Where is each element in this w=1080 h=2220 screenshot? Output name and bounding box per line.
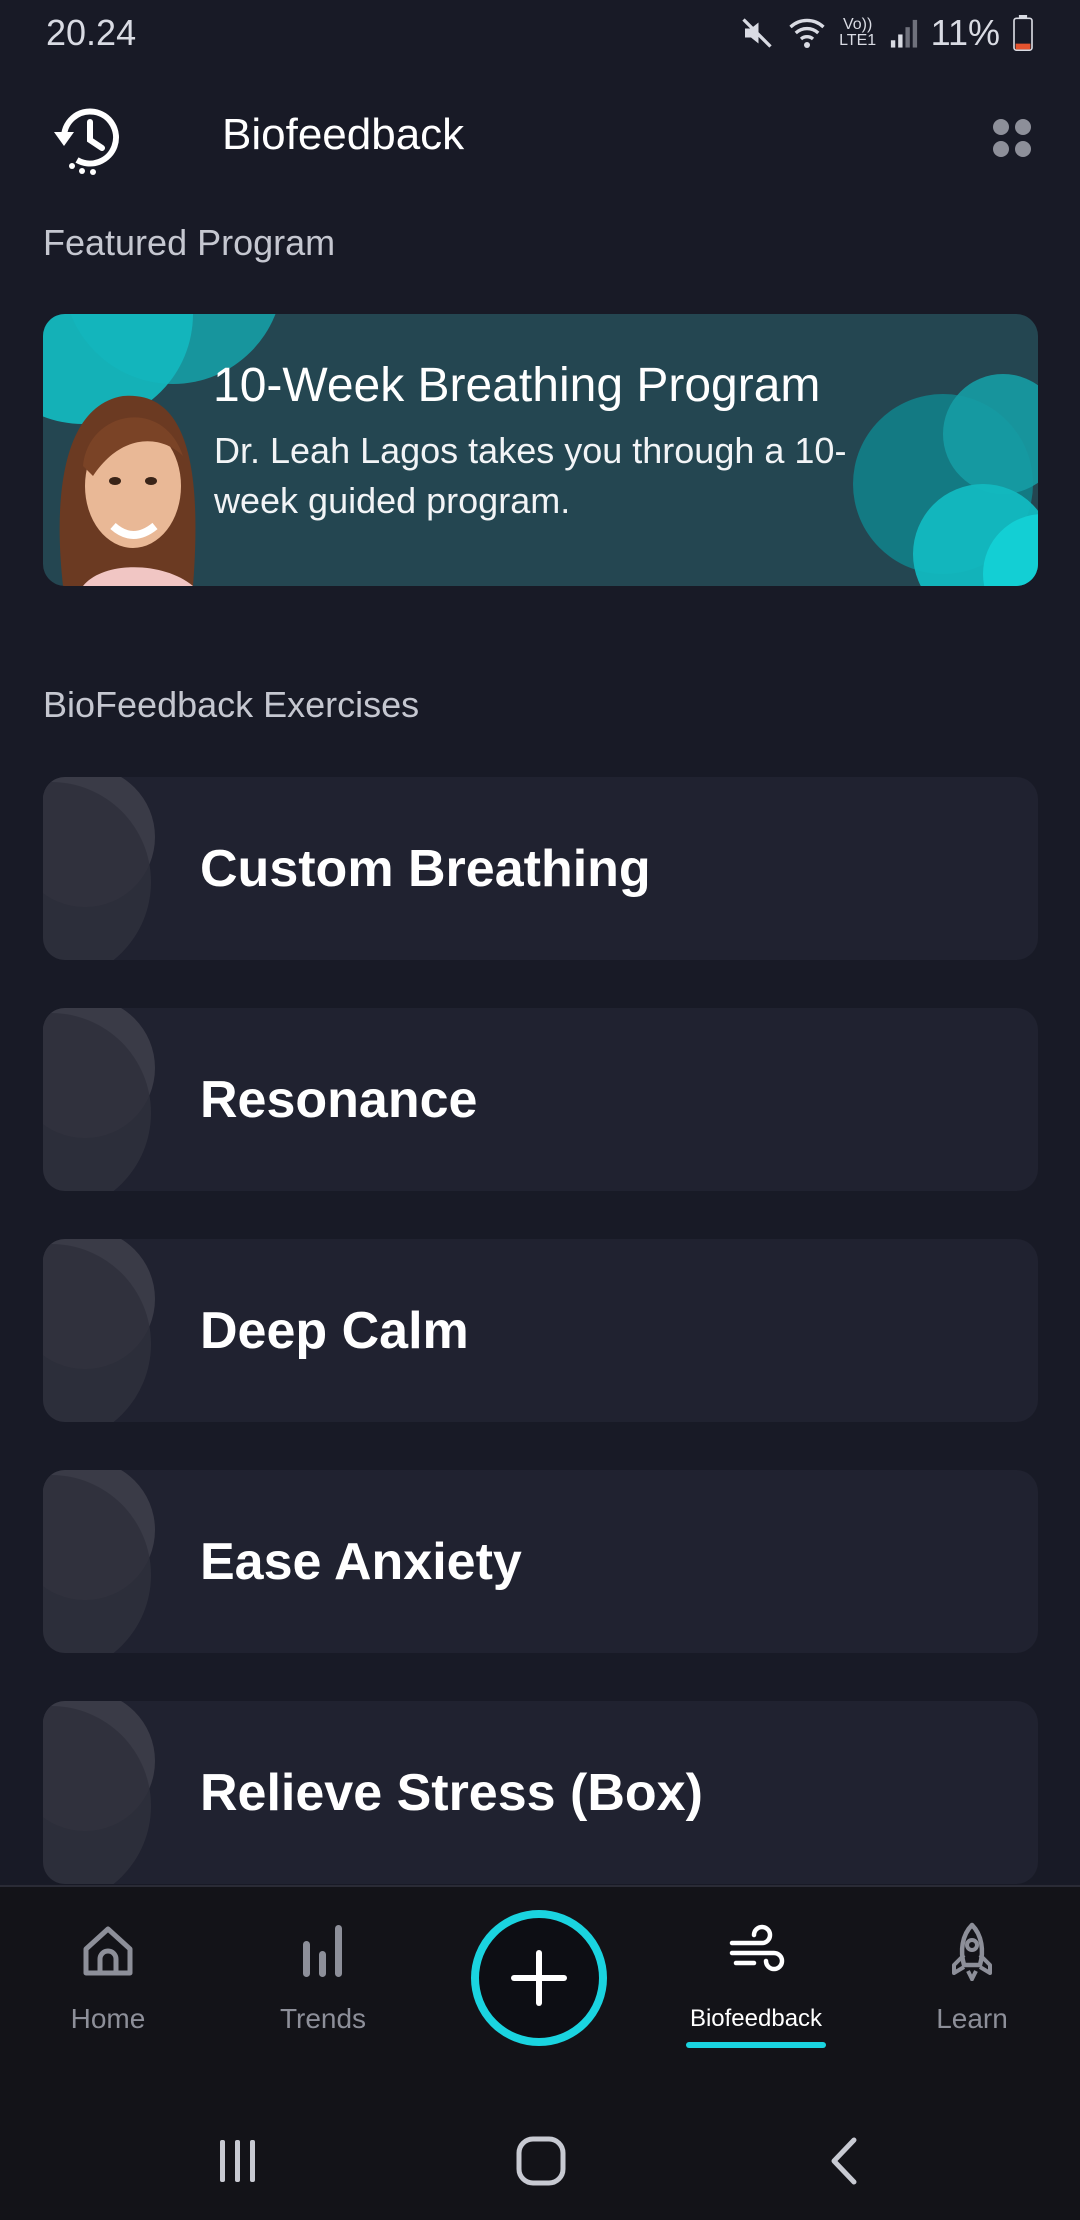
- exercise-custom-breathing[interactable]: Custom Breathing: [43, 777, 1038, 960]
- add-button[interactable]: [470, 1909, 608, 2047]
- status-time: 20.24: [46, 12, 137, 53]
- featured-program-card[interactable]: 10-Week Breathing Program Dr. Leah Lagos…: [43, 314, 1038, 586]
- nav-label: Trends: [279, 2003, 367, 2034]
- nav-trends[interactable]: Trends: [228, 1887, 418, 2067]
- battery-percent: 11%: [930, 12, 1000, 53]
- nav-home[interactable]: Home: [13, 1887, 203, 2067]
- exercise-ease-anxiety[interactable]: Ease Anxiety: [43, 1470, 1038, 1653]
- home-nav-icon[interactable]: [516, 2136, 566, 2186]
- recent-apps-icon[interactable]: [214, 2138, 262, 2184]
- rocket-icon: [952, 1922, 992, 1981]
- nav-biofeedback[interactable]: Biofeedback: [661, 1887, 851, 2067]
- featured-program-title: 10-Week Breathing Program: [213, 359, 821, 412]
- nav-label: Home: [70, 2003, 146, 2034]
- nav-learn[interactable]: Learn: [877, 1887, 1067, 2067]
- exercise-relieve-stress-box[interactable]: Relieve Stress (Box): [43, 1701, 1038, 1884]
- wifi-icon: [788, 18, 825, 48]
- exercise-label: Resonance: [200, 1070, 478, 1129]
- exercise-card-decoration: [43, 1470, 155, 1653]
- active-tab-indicator: [686, 2042, 826, 2048]
- history-icon[interactable]: [50, 98, 130, 178]
- mute-icon: [741, 18, 772, 48]
- status-bar: 20.24 Vo)) LTE1 11%: [0, 0, 1080, 66]
- bar-chart-icon: [303, 1925, 342, 1977]
- app-bar: Biofeedback: [0, 88, 1080, 184]
- signal-icon: [890, 19, 917, 48]
- system-nav-bar: [0, 2066, 1080, 2220]
- featured-section-label: Featured Program: [43, 222, 336, 263]
- nav-label: Learn: [936, 2003, 1008, 2034]
- exercise-deep-calm[interactable]: Deep Calm: [43, 1239, 1038, 1422]
- nav-label: Biofeedback: [689, 2005, 823, 2032]
- exercise-card-decoration: [43, 1008, 155, 1191]
- status-icons: Vo)) LTE1 11%: [739, 12, 1034, 54]
- page-title: Biofeedback: [222, 110, 465, 159]
- exercise-resonance[interactable]: Resonance: [43, 1008, 1038, 1191]
- exercise-label: Ease Anxiety: [200, 1532, 522, 1591]
- back-icon[interactable]: [826, 2136, 862, 2186]
- exercise-card-decoration: [43, 1701, 155, 1884]
- instructor-portrait: [59, 395, 196, 586]
- exercise-label: Relieve Stress (Box): [200, 1763, 703, 1822]
- exercise-card-decoration: [43, 1239, 155, 1422]
- battery-icon: [1013, 15, 1033, 51]
- network-label: Vo)) LTE1: [839, 16, 877, 49]
- featured-program-description: Dr. Leah Lagos takes you through a 10-we…: [214, 430, 847, 521]
- exercise-card-decoration: [43, 777, 155, 960]
- exercises-section-label: BioFeedback Exercises: [43, 684, 420, 725]
- exercise-label: Deep Calm: [200, 1301, 469, 1360]
- home-icon: [83, 1926, 133, 1976]
- grid-menu-icon[interactable]: [990, 116, 1034, 160]
- wind-icon: [729, 1924, 785, 1972]
- exercise-label: Custom Breathing: [200, 839, 651, 898]
